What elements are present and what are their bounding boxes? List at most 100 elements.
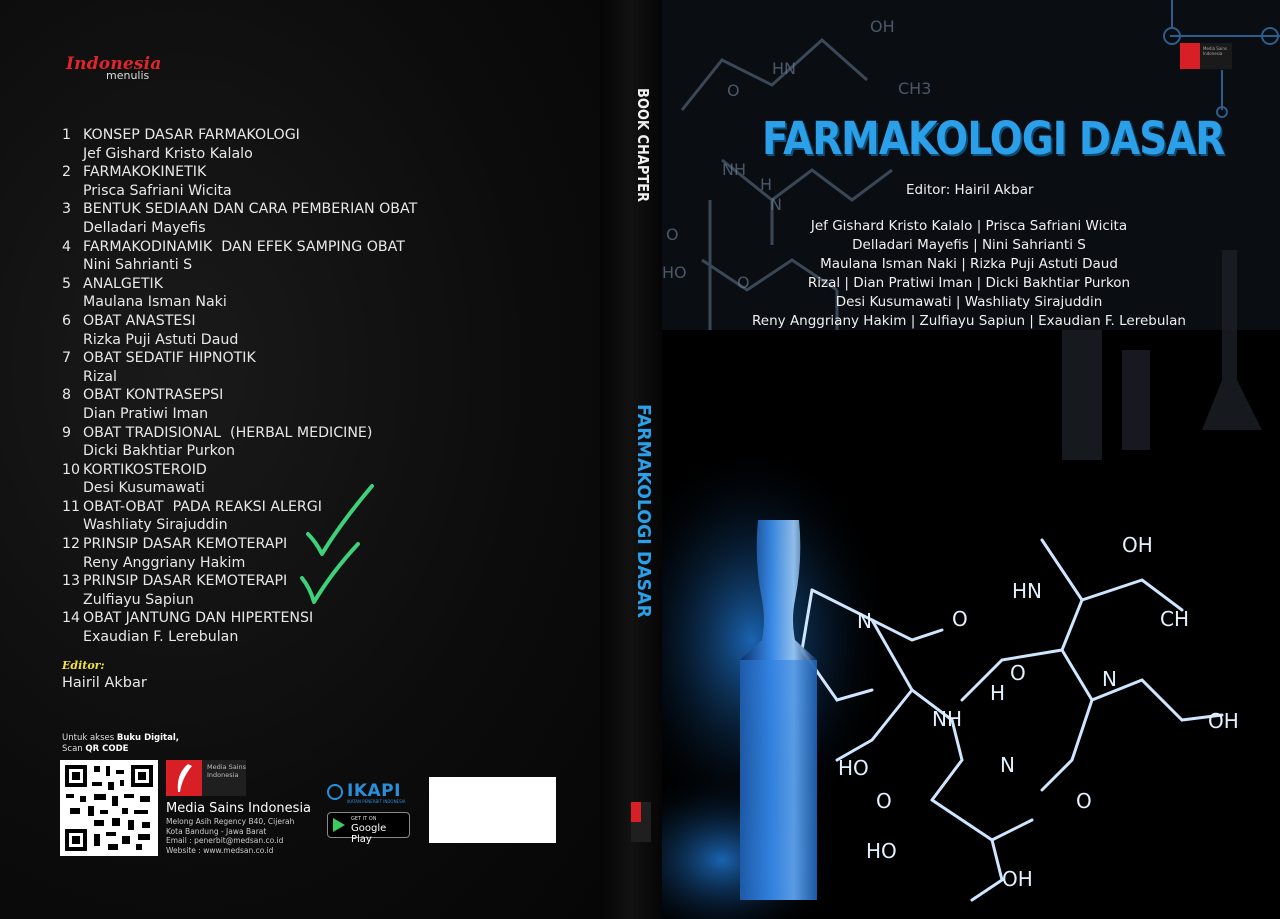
ikapi-emblem-icon [327, 784, 343, 800]
toc-number: 12 [62, 536, 81, 553]
toc-chapter-title: FARMAKODINAMIK DAN EFEK SAMPING OBAT [83, 238, 405, 255]
svg-text:O: O [666, 225, 679, 244]
toc-chapter-author: Zulfiayu Sapiun [83, 591, 194, 608]
book-title: FARMAKOLOGI DASAR [762, 112, 1225, 165]
svg-text:OH: OH [1122, 533, 1153, 557]
svg-text:BOOK CHAPTER: BOOK CHAPTER [634, 88, 652, 202]
toc-item: 12 PRINSIP DASAR KEMOTERAPI Reny Anggrian… [62, 535, 442, 572]
toc-chapter-title: ANALGETIK [83, 275, 164, 292]
author-line: Maulana Isman Naki | Rizka Puji Astuti D… [820, 256, 1118, 272]
svg-text:CH: CH [1160, 607, 1189, 631]
svg-text:O: O [952, 607, 968, 631]
toc-chapter-author: Dian Pratiwi Iman [83, 405, 209, 422]
ikapi-logo: IKAPI IKATAN PENERBIT INDONESIA [327, 781, 409, 804]
toc-chapter-title: OBAT KONTRASEPSI [83, 387, 224, 404]
svg-text:N: N [857, 609, 872, 633]
toc-number: 7 [62, 350, 72, 367]
publisher-name: Media Sains Indonesia [166, 801, 312, 816]
svg-text:FARMAKOLOGI DASAR: FARMAKOLOGI DASAR [633, 404, 652, 618]
digital-book-access-note: Untuk akses Buku Digital, Scan QR CODE [62, 733, 179, 754]
toc-item: 9 OBAT TRADISIONAL (HERBAL MEDICINE) Dick… [62, 424, 442, 461]
toc-number: 8 [62, 387, 72, 404]
svg-text:HO: HO [838, 756, 869, 780]
toc-number: 6 [62, 312, 72, 329]
toc-item: 7 OBAT SEDATIF HIPNOTIK Rizal [62, 349, 442, 386]
svg-text:NH: NH [932, 707, 962, 731]
svg-text:N: N [1000, 753, 1015, 777]
front-publisher-logo: Media Sains Indonesia [1180, 43, 1232, 69]
toc-number: 2 [62, 164, 72, 181]
editor-name: Hairil Akbar [62, 675, 147, 691]
toc-item: 10 KORTIKOSTEROID Desi Kusumawati [62, 461, 442, 498]
svg-text:H: H [990, 681, 1005, 705]
svg-text:O: O [727, 81, 740, 100]
google-play-badge[interactable]: GET IT ON Google Play [327, 812, 410, 845]
author-list: Jef Gishard Kristo Kalalo | Prisca Safri… [724, 217, 1214, 331]
toc-chapter-author: Prisca Safriani Wicita [83, 182, 232, 199]
checkmark-icon [300, 542, 360, 604]
svg-text:HN: HN [1012, 579, 1042, 603]
toc-chapter-author: Washliaty Sirajuddin [83, 517, 228, 534]
toc-chapter-author: Jef Gishard Kristo Kalalo [83, 145, 253, 162]
toc-number: 10 [62, 461, 81, 478]
toc-number: 11 [62, 498, 81, 515]
toc-item: 6 OBAT ANASTESI Rizka Puji Astuti Daud [62, 312, 442, 349]
toc-chapter-author: Reny Anggriany Hakim [83, 554, 246, 571]
google-play-icon [333, 818, 345, 832]
editor-label: Editor: [62, 659, 105, 672]
toc-item: 8 OBAT KONTRASEPSI Dian Pratiwi Iman [62, 386, 442, 423]
toc-item: 14 OBAT JANTUNG DAN HIPERTENSI Exaudian F… [62, 609, 442, 646]
toc-number: 9 [62, 424, 72, 441]
qr-code[interactable] [60, 760, 158, 856]
toc-number: 5 [62, 275, 72, 292]
toc-item: 1 KONSEP DASAR FARMAKOLOGI Jef Gishard Kr… [62, 126, 442, 163]
svg-text:O: O [1076, 789, 1092, 813]
author-line: Reny Anggriany Hakim | Zulfiayu Sapiun |… [752, 313, 1186, 329]
toc-chapter-author: Delladari Mayefis [83, 219, 206, 236]
svg-text:NH: NH [722, 160, 746, 179]
toc-chapter-title: PRINSIP DASAR KEMOTERAPI [83, 536, 288, 553]
svg-text:H: H [760, 175, 772, 194]
spine-title: FARMAKOLOGI DASAR [633, 404, 652, 618]
toc-chapter-title: OBAT TRADISIONAL (HERBAL MEDICINE) [83, 424, 373, 441]
toc-chapter-author: Exaudian F. Lerebulan [83, 629, 239, 646]
publisher-logo: Media Sains Indonesia [166, 760, 246, 796]
toc-chapter-author: Maulana Isman Naki [83, 294, 227, 311]
feather-icon [1180, 43, 1200, 69]
svg-text:HO: HO [866, 839, 897, 863]
toc-chapter-title: OBAT SEDATIF HIPNOTIK [83, 350, 256, 367]
svg-text:N: N [1102, 667, 1117, 691]
toc-number: 13 [62, 573, 81, 590]
isbn-barcode-area [429, 777, 556, 843]
indonesia-menulis-logo-sub: menulis [106, 69, 150, 82]
svg-text:HN: HN [772, 59, 796, 78]
toc-chapter-author: Rizal [83, 368, 117, 385]
toc-item: 5 ANALGETIK Maulana Isman Naki [62, 275, 442, 312]
toc-number: 14 [62, 610, 81, 627]
svg-text:HO: HO [662, 263, 687, 282]
toc-item: 4 FARMAKODINAMIK DAN EFEK SAMPING OBAT Ni… [62, 238, 442, 275]
toc-number: 4 [62, 238, 72, 255]
toc-chapter-author: Dicki Bakhtiar Purkon [83, 443, 236, 460]
svg-text:OH: OH [870, 17, 895, 36]
author-line: Jef Gishard Kristo Kalalo | Prisca Safri… [810, 218, 1128, 234]
toc-chapter-title: OBAT JANTUNG DAN HIPERTENSI [83, 610, 314, 627]
front-cover: HN O OH CH3 NH H N O HO O N O NH HO H N … [662, 0, 1280, 919]
svg-text:O: O [1010, 661, 1026, 685]
toc-chapter-title: OBAT-OBAT PADA REAKSI ALERGI [83, 498, 322, 515]
author-line: Desi Kusumawati | Washliaty Sirajuddin [835, 294, 1103, 310]
svg-text:O: O [876, 789, 892, 813]
svg-text:OH: OH [1208, 709, 1239, 733]
toc-item: 13 PRINSIP DASAR KEMOTERAPI Zulfiayu Sapi… [62, 572, 442, 609]
author-line: Delladari Mayefis | Nini Sahrianti S [852, 237, 1086, 253]
feather-icon [166, 760, 202, 796]
publisher-logo-text: Media Sains Indonesia [207, 763, 247, 779]
toc-number: 3 [62, 201, 72, 218]
front-editor: Editor: Hairil Akbar [906, 182, 1034, 198]
toc-number: 1 [62, 127, 72, 143]
spine-publisher-logo [631, 802, 651, 842]
svg-text:OH: OH [1002, 867, 1033, 891]
toc-item: 3 BENTUK SEDIAAN DAN CARA PEMBERIAN OBAT … [62, 200, 442, 237]
feather-icon [631, 802, 641, 822]
toc-chapter-title: KONSEP DASAR FARMAKOLOGI [83, 127, 300, 143]
